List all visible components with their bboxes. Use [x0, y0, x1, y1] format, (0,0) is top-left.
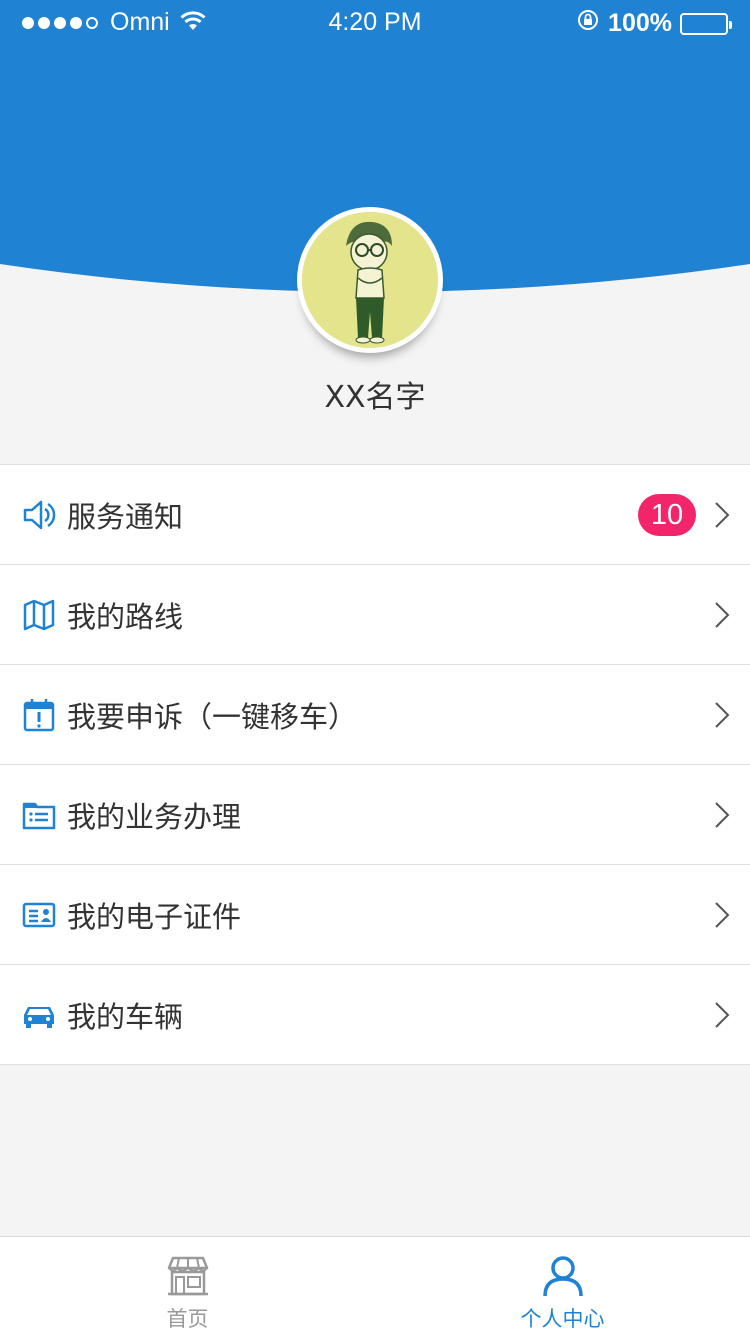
chevron-right-icon	[714, 901, 730, 929]
user-name: XX名字	[324, 380, 426, 415]
tab-personal-center[interactable]: 个人中心	[375, 1237, 750, 1334]
speaker-icon	[22, 498, 56, 532]
avatar-image	[302, 212, 438, 348]
menu-item-appeal[interactable]: 我要申诉（一键移车）	[0, 665, 750, 765]
person-icon	[542, 1255, 584, 1297]
car-icon	[22, 998, 56, 1032]
menu-item-e-certificate[interactable]: 我的电子证件	[0, 865, 750, 965]
tab-bar: 首页 个人中心	[0, 1236, 750, 1334]
tab-home[interactable]: 首页	[0, 1237, 375, 1334]
battery-percent: 100%	[608, 9, 672, 37]
battery-icon	[680, 12, 732, 35]
tab-label: 首页	[166, 1307, 209, 1331]
menu-item-my-routes[interactable]: 我的路线	[0, 565, 750, 665]
folder-list-icon	[22, 798, 56, 832]
menu-item-label: 我要申诉（一键移车）	[67, 699, 358, 734]
menu-item-label: 服务通知	[67, 499, 184, 534]
menu-item-service-notice[interactable]: 服务通知 10	[0, 465, 750, 565]
notification-count-badge: 10	[638, 493, 696, 536]
menu-item-label: 我的业务办理	[67, 799, 242, 834]
menu-item-business[interactable]: 我的业务办理	[0, 765, 750, 865]
avatar[interactable]	[297, 207, 443, 353]
chevron-right-icon	[714, 601, 730, 629]
chevron-right-icon	[714, 701, 730, 729]
calendar-alert-icon	[22, 698, 56, 732]
storefront-icon	[167, 1255, 209, 1297]
chevron-right-icon	[714, 801, 730, 829]
menu-item-label: 我的电子证件	[67, 899, 242, 934]
tab-label: 个人中心	[520, 1307, 605, 1331]
menu-item-my-vehicles[interactable]: 我的车辆	[0, 965, 750, 1065]
rotation-lock-icon	[576, 8, 600, 39]
profile-menu-list: 服务通知 10 我的路线 我要申诉（一键移车） 我的业务办理 我的电子证件 我的…	[0, 464, 750, 1065]
menu-item-label: 我的路线	[67, 599, 184, 634]
chevron-right-icon	[714, 1001, 730, 1029]
chevron-right-icon	[714, 501, 730, 529]
status-bar: Omni 4:20 PM 100%	[0, 0, 750, 48]
menu-item-label: 我的车辆	[67, 999, 184, 1034]
map-icon	[22, 598, 56, 632]
id-card-icon	[22, 898, 56, 932]
